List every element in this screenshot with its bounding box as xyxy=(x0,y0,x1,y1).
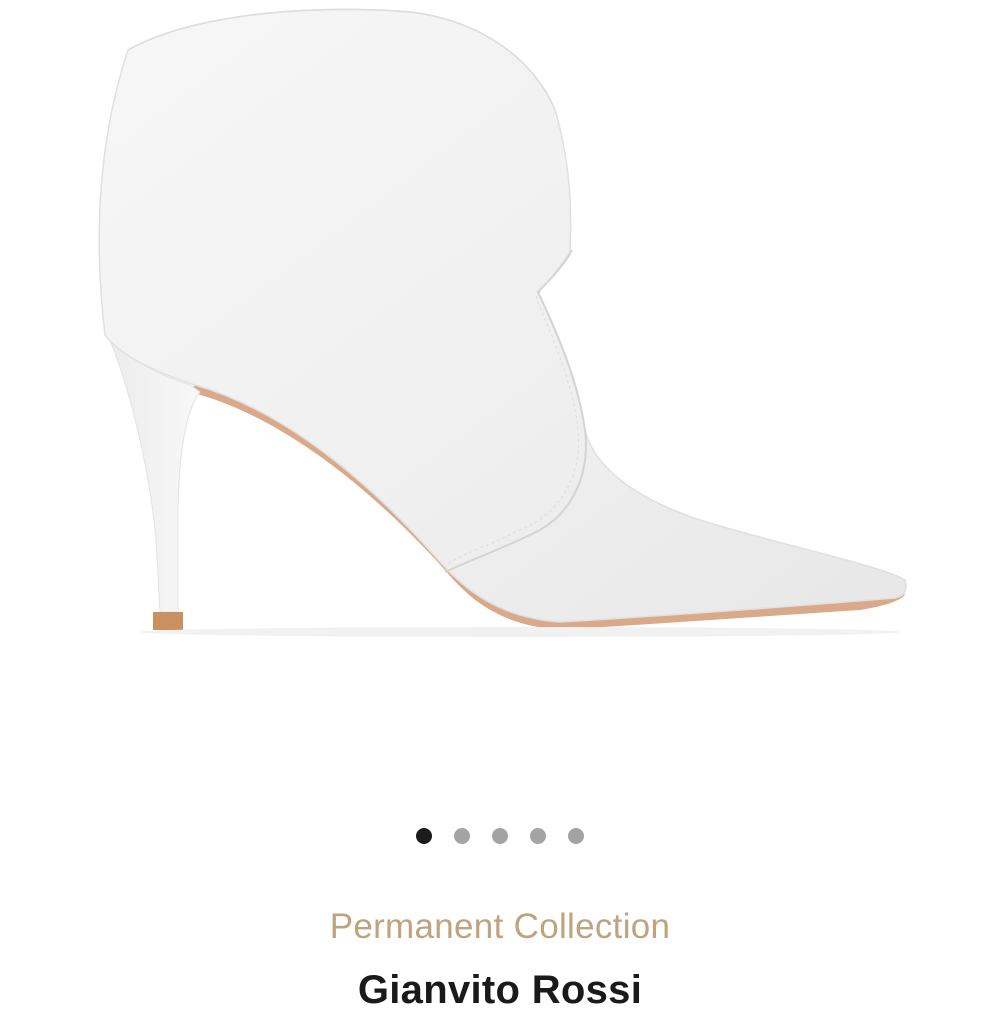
image-carousel-pagination xyxy=(0,826,1000,846)
heel-tip xyxy=(153,612,183,630)
carousel-dot-2[interactable] xyxy=(454,828,470,844)
boot-illustration xyxy=(98,8,907,637)
product-image[interactable] xyxy=(0,0,1000,790)
carousel-dot-1[interactable] xyxy=(416,828,432,844)
carousel-dot-3[interactable] xyxy=(492,828,508,844)
carousel-dot-5[interactable] xyxy=(568,828,584,844)
floor-shadow xyxy=(140,627,900,637)
collection-label[interactable]: Permanent Collection xyxy=(0,905,1000,949)
brand-name[interactable]: Gianvito Rossi xyxy=(0,965,1000,1015)
boot-body xyxy=(98,8,907,623)
carousel-dot-4[interactable] xyxy=(530,828,546,844)
